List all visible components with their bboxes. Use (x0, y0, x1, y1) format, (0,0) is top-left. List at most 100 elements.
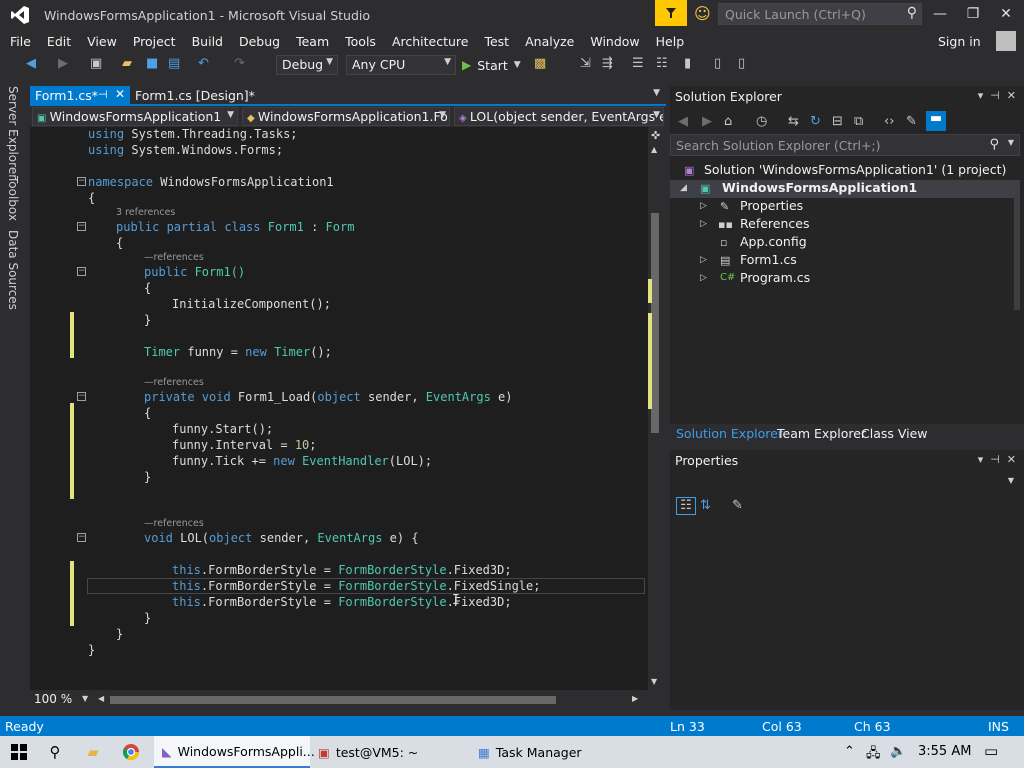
forward-icon[interactable]: ▶ (702, 114, 712, 129)
tree-item-solution[interactable]: Solution 'WindowsFormsApplication1' (1 p… (704, 162, 1006, 177)
preview-selected-icon[interactable]: ▬ (926, 111, 946, 131)
bookmark-icon[interactable]: ▮ (684, 56, 691, 71)
previous-bookmark-icon[interactable]: ▯ (714, 56, 721, 71)
categorized-icon[interactable]: ☷ (676, 497, 696, 515)
feedback-smiley-icon[interactable]: ☺ (694, 4, 711, 23)
tab-solution-explorer[interactable]: Solution Explorer (676, 426, 783, 441)
solution-explorer-scrollbar[interactable] (1014, 190, 1020, 310)
tree-item-program-cs[interactable]: Program.cs (740, 270, 810, 285)
codelens-references[interactable]: —references (144, 518, 204, 529)
menu-test[interactable]: Test (476, 34, 517, 49)
open-file-icon[interactable]: ▰ (122, 56, 132, 71)
menu-team[interactable]: Team (288, 34, 337, 49)
collapse-form1-load-icon[interactable]: − (77, 392, 86, 401)
avatar[interactable] (996, 31, 1016, 51)
menu-architecture[interactable]: Architecture (384, 34, 477, 49)
new-project-icon[interactable]: ▣ (90, 56, 102, 71)
tree-item-references[interactable]: References (740, 216, 809, 231)
chevron-down-icon[interactable]: ▼ (514, 60, 521, 70)
home-icon[interactable]: ⌂ (724, 114, 732, 129)
navigate-forward-icon[interactable]: ▶ (58, 56, 68, 71)
sign-in-link[interactable]: Sign in (938, 34, 981, 49)
close-button[interactable]: ✕ (990, 0, 1022, 28)
expand-icon[interactable]: ▷ (700, 255, 707, 265)
collapse-namespace-icon[interactable]: − (77, 177, 86, 186)
codelens-references[interactable]: 3 references (116, 207, 175, 218)
pending-changes-icon[interactable]: ◷ (756, 114, 767, 129)
save-all-icon[interactable]: ▤ (168, 56, 180, 71)
back-icon[interactable]: ◀ (678, 114, 688, 129)
collapse-icon[interactable]: ◢ (680, 183, 687, 193)
menu-help[interactable]: Help (648, 34, 693, 49)
menu-view[interactable]: View (79, 34, 125, 49)
expand-icon[interactable]: ▷ (700, 273, 707, 283)
expand-icon[interactable]: ▷ (700, 219, 707, 229)
tree-item-form1-cs[interactable]: Form1.cs (740, 252, 797, 267)
tree-item-app-config[interactable]: App.config (740, 234, 807, 249)
solution-platform-dropdown[interactable]: Any CPU ▼ (346, 55, 456, 75)
scroll-left-icon[interactable]: ◀ (98, 694, 104, 703)
scroll-up-icon[interactable]: ▲ (651, 145, 657, 154)
taskbar-terminal[interactable]: ▣ test@VM5: ~ (314, 736, 470, 768)
navigate-back-icon[interactable]: ◀ (26, 56, 36, 71)
restore-button[interactable]: ❐ (957, 0, 989, 28)
redo-icon[interactable]: ↷ (234, 56, 245, 71)
chevron-down-icon[interactable]: ▼ (82, 694, 88, 703)
tab-team-explorer[interactable]: Team Explorer (777, 426, 866, 441)
undo-icon[interactable]: ↶ (198, 56, 209, 71)
menu-project[interactable]: Project (125, 34, 184, 49)
taskbar-task-manager[interactable]: ▦ Task Manager (474, 736, 630, 768)
tab-form1-design[interactable]: Form1.cs [Design]* (135, 88, 255, 103)
pin-icon[interactable]: ⊣ (98, 88, 108, 101)
codelens-references[interactable]: —references (144, 377, 204, 388)
horizontal-scrollbar-thumb[interactable] (110, 696, 556, 704)
server-explorer-tab[interactable]: Server Explorer (6, 86, 20, 179)
uncomment-lines-icon[interactable]: ☷ (656, 56, 668, 71)
action-center-icon[interactable]: ▭ (984, 742, 998, 760)
collapse-class-icon[interactable]: − (77, 222, 86, 231)
expand-icon[interactable]: ▷ (700, 201, 707, 211)
step-over-icon[interactable]: ⇶ (602, 56, 613, 71)
scroll-right-icon[interactable]: ▶ (632, 694, 638, 703)
taskbar-visual-studio[interactable]: ◣ WindowsFormsAppli... (154, 736, 315, 768)
panel-controls[interactable]: ▾ ⊣ ✕ (978, 453, 1016, 466)
scrollbar-thumb[interactable] (651, 213, 659, 433)
show-hidden-icons-icon[interactable]: ⌃ (844, 744, 855, 759)
type-dropdown[interactable]: ◆ WindowsFormsApplication1.Form1 ▼ (242, 107, 450, 126)
alphabetical-icon[interactable]: ⇅ (700, 498, 711, 513)
save-icon[interactable]: ■ (146, 56, 158, 71)
file-explorer-icon[interactable]: ▰ (78, 736, 108, 768)
property-pages-icon[interactable]: ✎ (732, 498, 743, 513)
code-editor[interactable]: − − − − − using System.Threading.Tasks; … (30, 127, 650, 690)
chevron-down-icon[interactable]: ▼ (653, 88, 660, 98)
panel-controls[interactable]: ▾ ⊣ ✕ (978, 89, 1016, 102)
split-handle-icon[interactable]: ✜ (651, 129, 660, 142)
menu-window[interactable]: Window (582, 34, 647, 49)
editor-vertical-scrollbar[interactable]: ✜ ▲ ▼ (648, 127, 664, 690)
comment-lines-icon[interactable]: ☰ (632, 56, 644, 71)
member-dropdown[interactable]: ◈ LOL(object sender, EventArgs e) ▼ (454, 107, 664, 126)
menu-debug[interactable]: Debug (231, 34, 288, 49)
scroll-down-icon[interactable]: ▼ (651, 677, 657, 686)
zoom-level[interactable]: 100 % (34, 692, 72, 706)
properties-object-dropdown[interactable]: ▼ (670, 474, 1020, 490)
show-all-files-icon[interactable]: ⧉ (854, 114, 863, 129)
minimize-button[interactable]: — (924, 0, 956, 28)
collapse-lol-icon[interactable]: − (77, 533, 86, 542)
sync-icon[interactable]: ⇆ (788, 114, 799, 129)
project-dropdown[interactable]: ▣ WindowsFormsApplication1 ▼ (32, 107, 238, 126)
tab-class-view[interactable]: Class View (861, 426, 928, 441)
properties-wrench-icon[interactable]: ✎ (906, 114, 917, 129)
tree-item-project[interactable]: WindowsFormsApplication1 (722, 180, 917, 195)
network-icon[interactable]: 🖧 (866, 744, 881, 766)
view-code-icon[interactable]: ‹› (884, 114, 894, 129)
collapse-all-icon[interactable]: ⊟ (832, 114, 843, 129)
start-debugging-button[interactable]: ▶ Start ▼ (462, 55, 521, 75)
menu-tools[interactable]: Tools (337, 34, 384, 49)
start-button[interactable] (0, 736, 38, 768)
refresh-icon[interactable]: ↻ (810, 114, 821, 129)
quick-launch-input[interactable]: Quick Launch (Ctrl+Q) ⚲ (718, 3, 922, 25)
data-sources-tab[interactable]: Data Sources (6, 230, 20, 310)
menu-analyze[interactable]: Analyze (517, 34, 582, 49)
menu-file[interactable]: File (0, 34, 39, 49)
